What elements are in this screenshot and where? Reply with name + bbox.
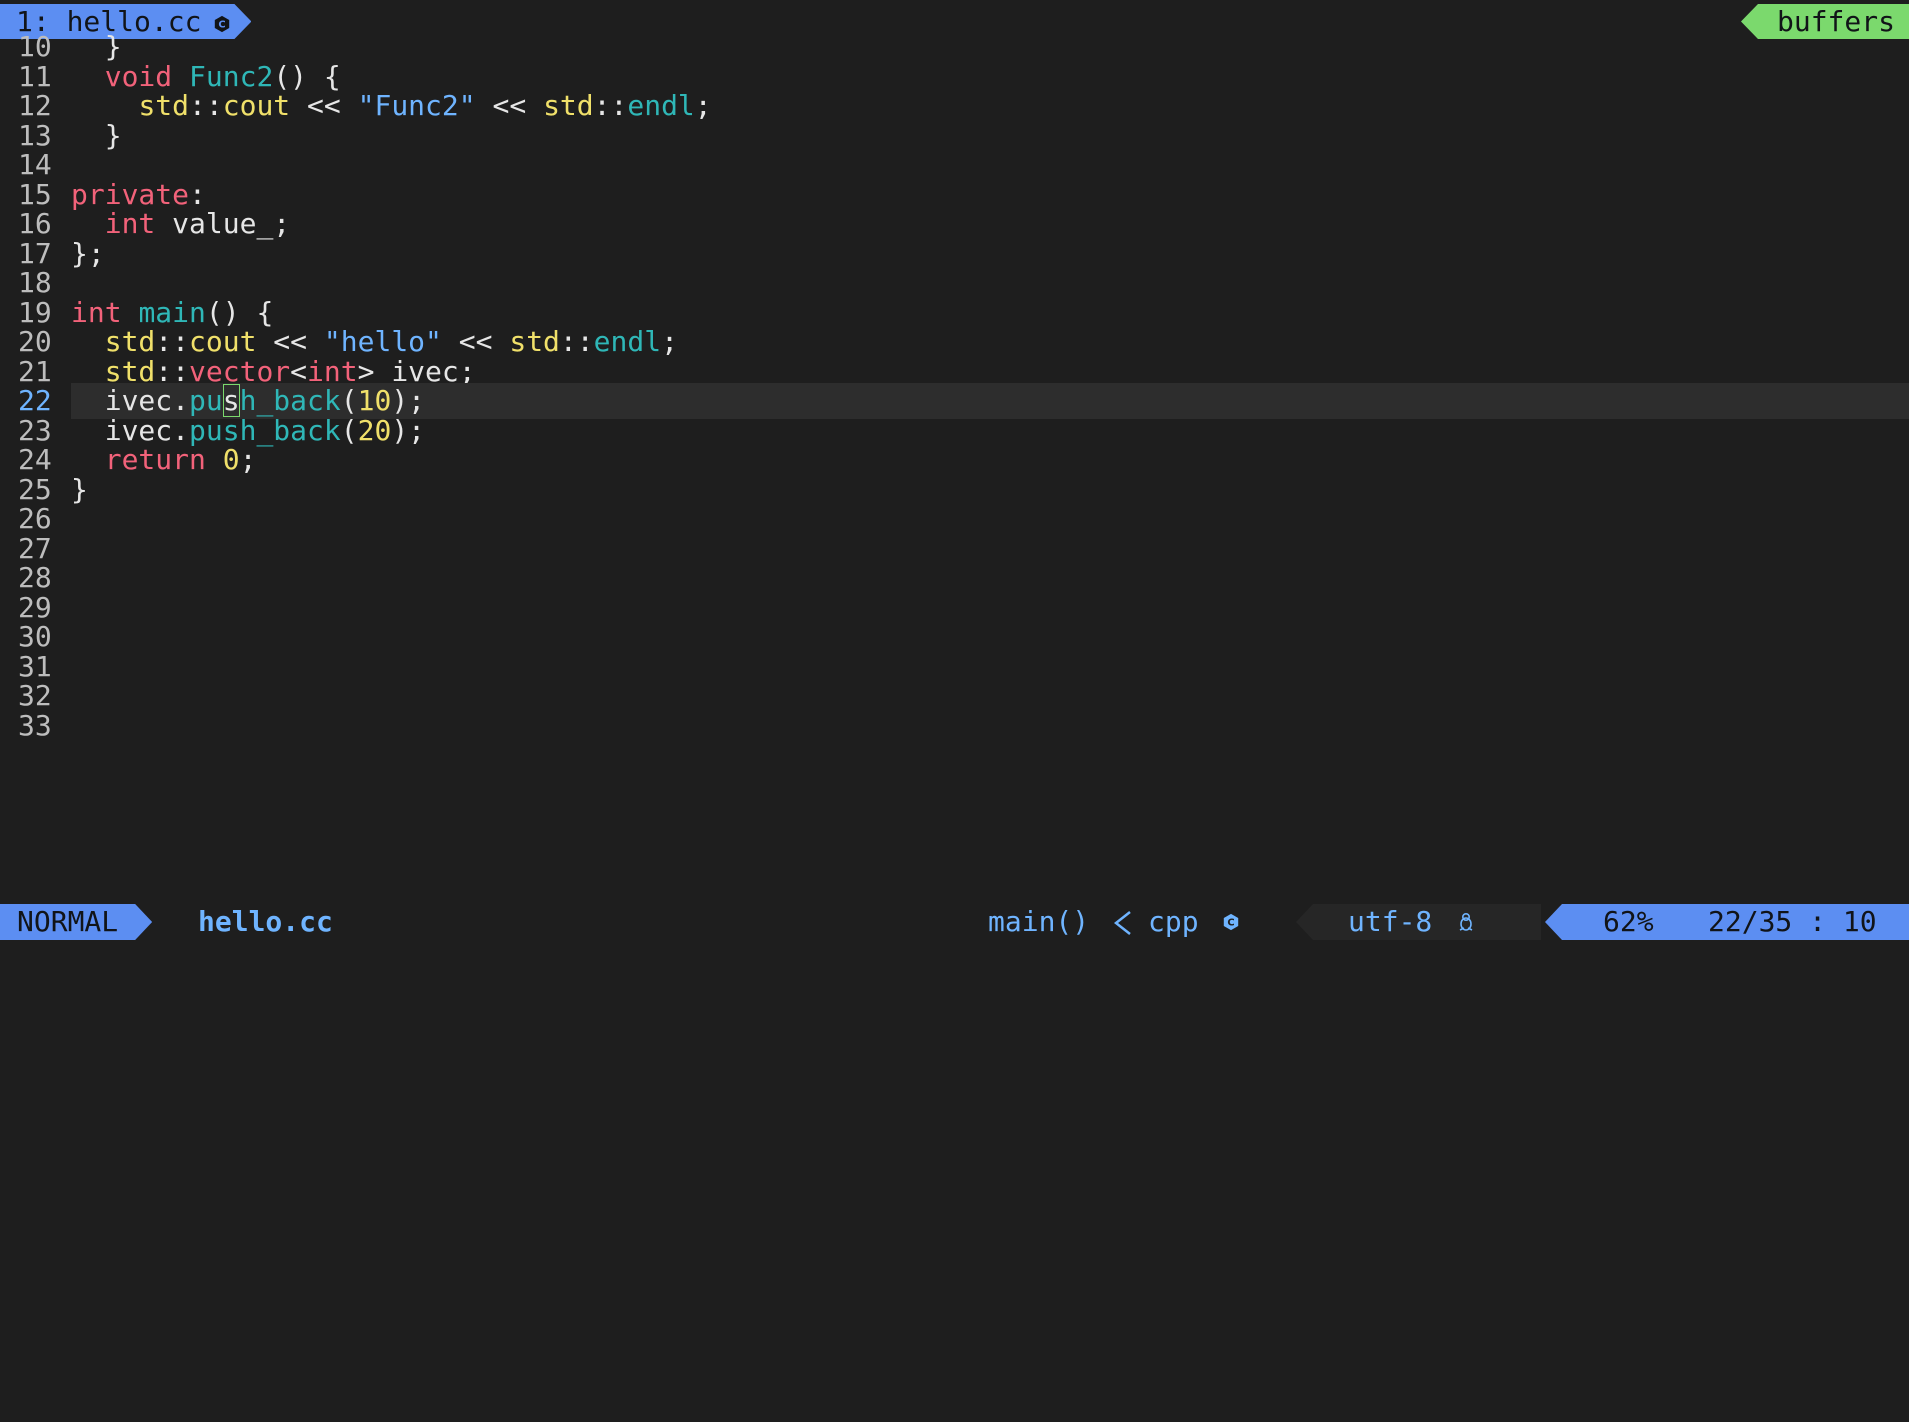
status-filetype: cpp (1148, 905, 1199, 938)
code-line[interactable]: 33 (0, 708, 1909, 744)
linux-tux-icon (1459, 912, 1473, 931)
line-number: 33 (18, 709, 52, 742)
code-editor[interactable]: 10 } 11 void Func2() {12 std::cout << "Fu… (0, 30, 1909, 902)
svg-text:C: C (1227, 918, 1234, 929)
statusline: NORMAL hello.cc main() cpp C utf-8 62% 2… (0, 902, 1909, 942)
status-encoding: utf-8 (1348, 905, 1433, 938)
line-code[interactable] (71, 708, 1909, 744)
mode-indicator: NORMAL (0, 904, 152, 940)
status-current-function: main() (988, 905, 1090, 938)
status-scroll-percent: 62% (1603, 905, 1654, 938)
status-cursor-position: 22/35 : 10 (1708, 905, 1877, 938)
chevron-left-icon (1113, 911, 1131, 935)
cpp-file-icon: C (1223, 913, 1239, 931)
status-filename: hello.cc (198, 905, 333, 938)
